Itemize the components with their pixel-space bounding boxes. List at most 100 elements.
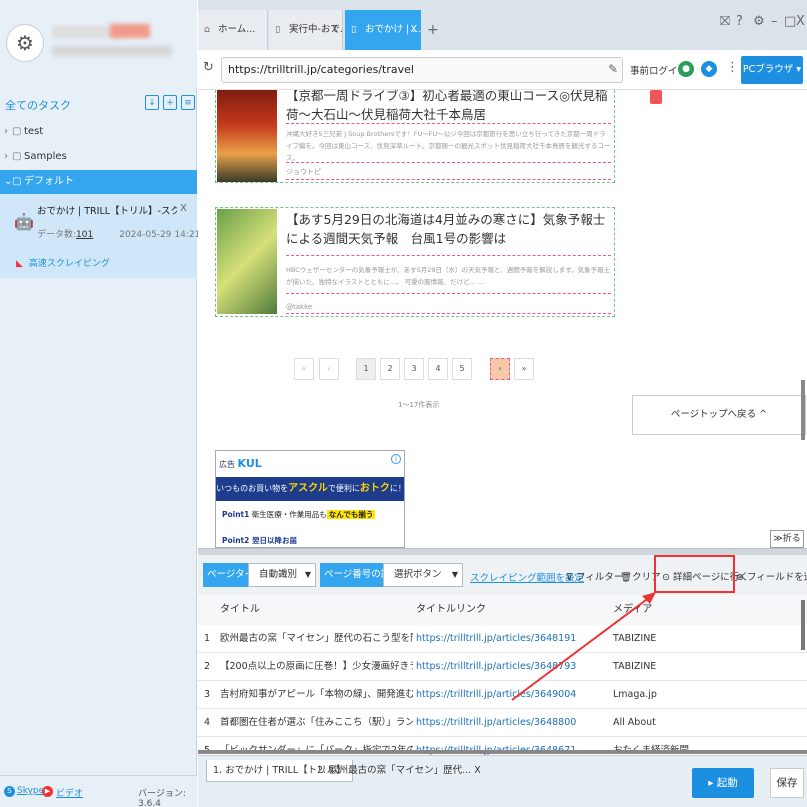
task-meta: データ数:101 2024-05-29 14:21:2 <box>37 230 210 240</box>
page-button[interactable]: 4 <box>428 358 448 380</box>
avatar[interactable]: ⚙ <box>6 24 44 62</box>
panel-splitter[interactable] <box>198 548 807 555</box>
tab-close-button[interactable]: X <box>410 10 417 50</box>
ad-point-2: Point2 翌日以降お届 <box>222 536 297 545</box>
tab-close-button[interactable]: X <box>331 10 338 50</box>
speed-scraping-link[interactable]: ◣ 高速スクレイピング <box>16 256 110 269</box>
badge-blurred <box>110 24 150 38</box>
location-icon[interactable]: ◆ <box>701 61 717 77</box>
tab-home[interactable]: ⌂ ホーム... <box>198 10 268 50</box>
video-link[interactable]: ビデオ <box>56 786 83 799</box>
close-icon[interactable]: X <box>474 765 481 776</box>
help-icon[interactable]: ? <box>736 14 743 29</box>
column-header-link[interactable]: タイトルリンク <box>416 595 486 625</box>
highlight-box <box>654 555 735 593</box>
bag-icon <box>650 90 662 104</box>
last-page-button[interactable]: » <box>514 358 534 380</box>
ad-logo: 広告 KUL <box>219 457 262 470</box>
add-field-button[interactable]: ⊕ フィールドを追加 <box>736 569 807 583</box>
prev-page-button[interactable]: ‹ <box>319 358 339 380</box>
article-card[interactable]: 【あす5月29日の北海道は4月並みの寒さに】気象予報士による週間天気予報 台風1… <box>215 207 615 317</box>
export-icon[interactable]: ≡ <box>181 95 195 110</box>
web-scrollbar[interactable] <box>801 380 805 440</box>
tree-item-samples[interactable]: › ▢ Samples <box>0 145 197 169</box>
step-tab-2[interactable]: 2. 欧州最古の窯「マイセン」歴代... X <box>311 760 487 782</box>
import-icon[interactable]: ↓ <box>145 95 159 110</box>
filter-button[interactable]: ⊽ フィルター <box>566 569 623 583</box>
article-description: HBCウェザーセンターの気象予報士が、あす5月29日（水）の天気予報と、週間予報… <box>286 264 611 294</box>
maximize-icon[interactable]: □ <box>784 14 796 29</box>
page-button[interactable]: 2 <box>380 358 400 380</box>
column-header-title[interactable]: タイトル <box>220 595 260 625</box>
result-count: 1〜17件表示 <box>398 401 440 409</box>
page-number-select[interactable]: 選択ボタン ▼ <box>383 563 463 587</box>
ad-banner: いつものお買い物をアスクルで便利におトクに！ <box>216 477 404 501</box>
save-button[interactable]: 保存 <box>770 768 804 798</box>
task-sidebar: ⚙ 全てのタスク ↓ + ≡ › ▢ test › ▢ Samples ⌄▢ デフォルト … <box>0 0 209 807</box>
table-row[interactable]: 3吉村府知事がアピール「本物の緑」、開発進む大阪駅に巨大...https://t… <box>198 681 807 709</box>
page-top-button[interactable]: ページトップへ戻る ^ <box>632 395 806 435</box>
article-source: @takke <box>286 301 611 314</box>
bottom-bar: 1. おでかけ | TRILL【トリル】 2. 欧州最古の窯「マイセン」歴代..… <box>198 755 807 807</box>
advertisement[interactable]: 広告 KUL i いつものお買い物をアスクルで便利におトクに！ Point1 衛… <box>215 450 405 548</box>
task-date: 2024-05-29 14:21:2 <box>119 230 210 240</box>
article-card[interactable]: 【京都一周ドライブ③】初心者最適の東山コース◎伏見稲荷〜大石山〜伏見稲荷大社千本… <box>215 90 615 183</box>
article-thumbnail[interactable] <box>217 209 277 314</box>
tab-running[interactable]: ▯ 実行中-おで... X <box>269 10 343 50</box>
robot-icon: 🤖 <box>14 212 34 231</box>
close-window-icon[interactable]: X <box>796 14 805 29</box>
tree-item-label: Samples <box>24 151 67 162</box>
skype-link[interactable]: Skype <box>17 786 44 796</box>
page-button[interactable]: 3 <box>404 358 424 380</box>
task-card[interactable]: 🤖 おでかけ | TRILL【トリル】-スクレイピング... X データ数:10… <box>0 194 209 278</box>
article-description: 沖縄大好き5三兄弟 J Soup Brothersです！FU〜FU〜公ジ今回は京… <box>286 130 611 163</box>
first-page-button[interactable]: « <box>294 358 314 380</box>
settings-icon[interactable]: ⚙ <box>753 14 765 29</box>
pc-browser-button[interactable]: PCブラウザ ▾ <box>741 56 803 84</box>
task-name: おでかけ | TRILL【トリル】-スクレイピング... <box>37 206 177 217</box>
data-count[interactable]: 101 <box>76 230 93 240</box>
tasks-header: 全てのタスク ↓ + ≡ <box>0 92 197 116</box>
reload-icon[interactable]: ↻ <box>203 60 214 75</box>
video-icon: ▶ <box>42 786 53 797</box>
data-grid: タイトル タイトルリンク メディア 1欧州最古の窯「マイセン」歴代の石こう型を間… <box>198 595 807 755</box>
next-page-button[interactable]: › <box>490 358 510 380</box>
version-label: バージョン: 3.6.4 <box>138 789 186 807</box>
table-row[interactable]: 4首都圏在住者が選ぶ「住みここち（駅）」ランキング！ 2位...https://… <box>198 709 807 737</box>
table-row[interactable]: 1欧州最古の窯「マイセン」歴代の石こう型を間近に、鑑賞の...https://t… <box>198 625 807 653</box>
minimize-icon[interactable]: – <box>771 14 778 29</box>
edit-url-icon[interactable]: ✎ <box>608 62 618 76</box>
page-type-select[interactable]: 自動識別 ▼ <box>248 563 316 587</box>
all-tasks-title[interactable]: 全てのタスク <box>5 97 71 113</box>
column-header-media[interactable]: メディア <box>613 595 652 625</box>
profile-area: ⚙ <box>0 0 197 88</box>
chevron-down-icon: ▼ <box>304 570 311 579</box>
extension-icon[interactable]: ● <box>678 61 694 77</box>
tab-odekake[interactable]: ▯ おでかけ | ... X <box>345 10 421 50</box>
article-thumbnail[interactable] <box>217 90 277 182</box>
task-close-button[interactable]: X <box>180 203 187 214</box>
url-input[interactable]: https://trilltrill.jp/categories/travel <box>221 57 623 83</box>
tab-bar: ⌂ ホーム... ▯ 実行中-おで... X ▯ おでかけ | ... X + ⛝ ? ⚙… <box>198 0 807 50</box>
gift-icon[interactable]: ⛝ <box>720 14 730 29</box>
article-title[interactable]: 【京都一周ドライブ③】初心者最適の東山コース◎伏見稲荷〜大石山〜伏見稲荷大社千本… <box>286 90 611 124</box>
folder-icon: ▢ <box>12 126 22 137</box>
fold-button[interactable]: ≫折る <box>770 530 804 548</box>
sidebar-footer: S Skype ▶ ビデオ バージョン: 3.6.4 <box>0 775 197 807</box>
new-tab-button[interactable]: + <box>427 22 439 38</box>
tree-item-default[interactable]: ⌄▢ デフォルト <box>0 170 197 194</box>
more-menu-icon[interactable]: ⋮ <box>726 60 739 75</box>
grid-horizontal-scrollbar[interactable] <box>198 750 807 754</box>
table-row[interactable]: 2【200点以上の原画に圧巻！】少女漫画好きライターが「鬼...https://… <box>198 653 807 681</box>
grid-vertical-scrollbar[interactable] <box>801 600 805 650</box>
grid-header: タイトル タイトルリンク メディア <box>198 595 807 625</box>
new-task-icon[interactable]: + <box>163 95 177 110</box>
filter-icon: ⊽ <box>566 572 573 583</box>
page-button[interactable]: 5 <box>452 358 472 380</box>
article-title[interactable]: 【あす5月29日の北海道は4月並みの寒さに】気象予報士による週間天気予報 台風1… <box>286 210 611 256</box>
ad-info-icon[interactable]: i <box>391 454 401 464</box>
folder-icon: ▢ <box>12 151 22 162</box>
page-button[interactable]: 1 <box>356 358 376 380</box>
launch-button[interactable]: ▸ 起動 <box>692 768 754 798</box>
tree-item-test[interactable]: › ▢ test <box>0 120 197 144</box>
